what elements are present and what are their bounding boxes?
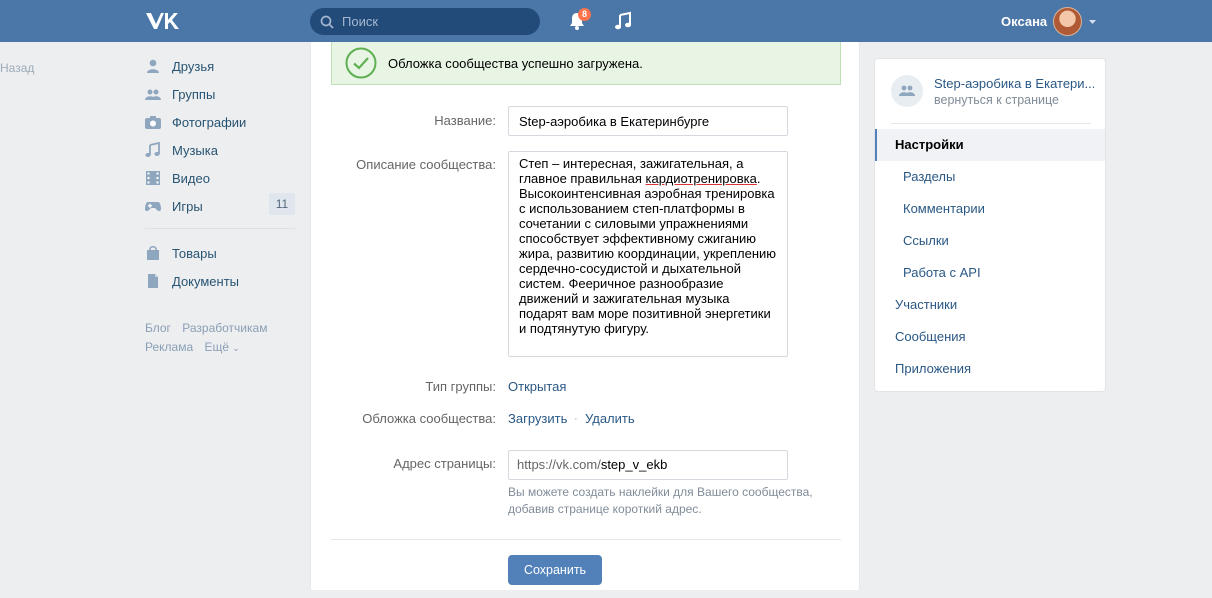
menu-label: Документы — [172, 273, 240, 289]
back-to-page-link[interactable]: вернуться к странице — [934, 93, 1059, 107]
form-divider — [331, 539, 841, 540]
menu-item-friends[interactable]: Друзья — [145, 52, 295, 80]
nav-links[interactable]: Ссылки — [875, 225, 1105, 257]
user-avatar[interactable] — [1053, 7, 1082, 36]
top-bar: Поиск 8 Оксана — [0, 0, 1212, 42]
menu-label: Друзья — [172, 58, 215, 74]
vk-logo-icon[interactable] — [144, 10, 180, 32]
address-prefix: https://vk.com/ — [517, 457, 601, 472]
music-icon[interactable] — [614, 11, 632, 31]
menu-item-documents[interactable]: Документы — [145, 267, 295, 295]
nav-comments[interactable]: Комментарии — [875, 193, 1105, 225]
group-type-value[interactable]: Открытая — [508, 379, 566, 394]
cover-label: Обложка сообщества: — [362, 411, 496, 426]
film-icon — [146, 171, 160, 185]
menu-item-goods[interactable]: Товары — [145, 239, 295, 267]
cover-delete-link[interactable]: Удалить — [585, 411, 635, 426]
success-message: Обложка сообщества успешно загружена. — [388, 55, 643, 71]
settings-panel: Обложка сообщества успешно загружена. На… — [310, 42, 860, 590]
menu-item-groups[interactable]: Группы — [145, 80, 295, 108]
menu-label: Игры — [172, 198, 203, 214]
menu-label: Товары — [172, 245, 217, 261]
document-icon — [148, 274, 158, 288]
chevron-down-icon[interactable] — [1088, 19, 1097, 25]
address-input[interactable]: https://vk.com/step_v_ekb — [508, 450, 788, 480]
gamepad-icon — [145, 202, 161, 212]
separator-dot: · — [574, 413, 578, 425]
menu-item-games[interactable]: Игры 11 — [145, 192, 295, 220]
games-count-badge: 11 — [269, 193, 295, 215]
address-hint: Вы можете создать наклейки для Вашего со… — [508, 485, 813, 516]
nav-sections[interactable]: Разделы — [875, 161, 1105, 193]
search-box[interactable]: Поиск — [310, 8, 540, 35]
footer-link-more[interactable]: Ещё ⌄ — [204, 340, 239, 354]
menu-label: Видео — [172, 170, 210, 186]
checkmark-circle-icon — [345, 47, 377, 79]
groups-icon — [145, 89, 161, 100]
cover-upload-link[interactable]: Загрузить — [508, 411, 567, 426]
menu-item-music[interactable]: Музыка — [145, 136, 295, 164]
camera-icon — [145, 116, 161, 129]
address-label: Адрес страницы: — [393, 456, 496, 471]
group-avatar — [891, 75, 923, 107]
nav-messages[interactable]: Сообщения — [875, 321, 1105, 353]
group-header-link[interactable]: Step-аэробика в Екатери... вернуться к с… — [891, 73, 1094, 123]
nav-apps[interactable]: Приложения — [875, 353, 1105, 385]
menu-label: Фотографии — [172, 114, 247, 130]
footer-link-developers[interactable]: Разработчикам — [182, 321, 267, 335]
menu-label: Группы — [172, 86, 216, 102]
menu-item-photos[interactable]: Фотографии — [145, 108, 295, 136]
settings-navigation: Step-аэробика в Екатери... вернуться к с… — [874, 58, 1106, 392]
description-label: Описание сообщества: — [356, 157, 496, 172]
nav-settings[interactable]: Настройки — [875, 129, 1105, 161]
user-name[interactable]: Оксана — [1001, 14, 1047, 29]
notification-badge: 8 — [578, 8, 591, 21]
nav-api[interactable]: Работа с API — [875, 257, 1105, 289]
description-misspelled-word: кардиотренировка — [645, 171, 757, 186]
search-placeholder: Поиск — [342, 14, 379, 29]
save-button[interactable]: Сохранить — [508, 555, 602, 585]
search-icon — [320, 15, 334, 29]
chevron-down-icon: ⌄ — [232, 343, 240, 353]
footer-link-ads[interactable]: Реклама — [145, 340, 193, 354]
music-note-icon — [145, 142, 160, 157]
group-type-label: Тип группы: — [425, 379, 496, 394]
back-link[interactable]: Назад — [0, 61, 34, 75]
menu-label: Музыка — [172, 142, 218, 158]
menu-divider — [145, 228, 295, 229]
footer-links-row-1: Блог Разработчикам — [145, 321, 275, 335]
menu-item-video[interactable]: Видео — [145, 164, 295, 192]
nav-members[interactable]: Участники — [875, 289, 1105, 321]
friends-icon — [147, 59, 159, 73]
address-value: step_v_ekb — [600, 457, 668, 472]
success-banner: Обложка сообщества успешно загружена. — [331, 42, 841, 85]
group-title: Step-аэробика в Екатери... — [934, 76, 1094, 91]
description-text-end: . Высокоинтенсивная аэробная тренировка … — [519, 171, 777, 336]
description-textarea[interactable]: Степ – интересная, зажигательная, а глав… — [508, 151, 788, 357]
group-people-icon — [899, 85, 915, 96]
name-label: Название: — [434, 113, 496, 128]
name-input[interactable] — [508, 106, 788, 136]
panel-divider — [891, 123, 1091, 124]
shopping-bag-icon — [147, 246, 159, 260]
footer-links-row-2: Реклама Ещё ⌄ — [145, 340, 248, 354]
footer-link-blog[interactable]: Блог — [145, 321, 171, 335]
